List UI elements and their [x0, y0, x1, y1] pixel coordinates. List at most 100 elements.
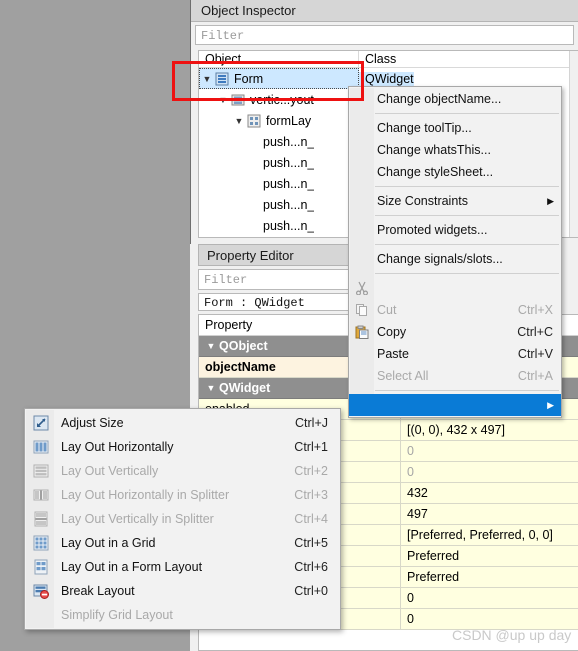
property-value[interactable]: [Preferred, Preferred, 0, 0]: [401, 525, 578, 546]
object-inspector-title: Object Inspector: [191, 0, 578, 22]
property-value[interactable]: 0: [401, 609, 578, 630]
menu-separator: [375, 273, 559, 274]
annotation-highlight-rectangle: [172, 61, 364, 101]
property-value[interactable]: Preferred: [401, 546, 578, 567]
menu-item-change-objectname[interactable]: Change objectName...: [349, 88, 561, 110]
tree-column-class[interactable]: Class: [359, 51, 396, 67]
cut-icon: [353, 280, 371, 296]
menu-item-label: Copy: [377, 325, 407, 339]
menu-item-shortcut: Ctrl+A: [517, 369, 553, 383]
gridlayout-icon: [31, 534, 51, 552]
menu-item-label: Promoted widgets...: [377, 223, 488, 237]
menu-separator: [375, 390, 559, 391]
tree-vertical-scrollbar[interactable]: [569, 51, 578, 237]
property-value[interactable]: 497: [401, 504, 578, 525]
property-value[interactable]: [(0, 0), 432 x 497]: [401, 420, 578, 441]
submenu-item-label: Lay Out Horizontally in Splitter: [61, 488, 230, 502]
property-value[interactable]: 432: [401, 483, 578, 504]
tree-item-label: formLay: [266, 113, 312, 128]
object-inspector-filter-input[interactable]: Filter: [195, 25, 574, 45]
menu-item-label: Select All: [377, 369, 429, 383]
tree-item-label: push...n_: [263, 218, 315, 233]
submenu-item-shortcut: Ctrl+J: [295, 416, 328, 430]
menu-item-label: Change styleSheet...: [377, 165, 494, 179]
menu-item-lay-out[interactable]: ▶: [349, 394, 561, 416]
paste-icon: [353, 324, 371, 340]
submenu-item-label: Simplify Grid Layout: [61, 608, 173, 622]
formlayout-icon: [247, 114, 261, 128]
menu-separator: [375, 113, 559, 114]
submenu-item-label: Lay Out Horizontally: [61, 440, 174, 454]
menu-item-label: Change toolTip...: [377, 121, 472, 135]
submenu-item-shortcut: Ctrl+3: [294, 488, 328, 502]
menu-item-paste[interactable]: Copy Ctrl+C: [349, 321, 561, 343]
chevron-down-icon[interactable]: ▼: [203, 336, 219, 356]
submenu-item-shortcut: Ctrl+1: [294, 440, 328, 454]
menu-item-change-stylesheet[interactable]: Change styleSheet...: [349, 161, 561, 183]
submenu-item-lay-out-vertically-in-splitter[interactable]: Lay Out Vertically in Splitter Ctrl+4: [25, 507, 340, 531]
hlayout-icon: [31, 438, 51, 456]
menu-item-copy[interactable]: Cut Ctrl+X: [349, 299, 561, 321]
submenu-item-break-layout[interactable]: Break Layout Ctrl+0: [25, 579, 340, 603]
menu-item-label: Change objectName...: [377, 92, 502, 106]
copy-icon: [353, 302, 371, 318]
vlayout-icon: [31, 462, 51, 480]
submenu-item-lay-out-in-a-grid[interactable]: Lay Out in a Grid Ctrl+5: [25, 531, 340, 555]
submenu-item-lay-out-in-a-form-layout[interactable]: Lay Out in a Form Layout Ctrl+6: [25, 555, 340, 579]
submenu-item-simplify-grid-layout[interactable]: Simplify Grid Layout: [25, 603, 340, 627]
tree-item-label: push...n_: [263, 155, 315, 170]
layout-submenu[interactable]: Adjust Size Ctrl+J Lay Out Horizontally …: [24, 408, 341, 630]
menu-item-label: Change signals/slots...: [377, 252, 503, 266]
menu-item-change-whatsthis[interactable]: Change whatsThis...: [349, 139, 561, 161]
tree-item-label: push...n_: [263, 176, 315, 191]
menu-item-label: Size Constraints: [377, 194, 469, 208]
property-value[interactable]: 0: [401, 588, 578, 609]
property-value[interactable]: 0: [401, 462, 578, 483]
submenu-item-shortcut: Ctrl+2: [294, 464, 328, 478]
submenu-item-label: Lay Out Vertically: [61, 464, 159, 478]
menu-item-change-tooltip[interactable]: Change toolTip...: [349, 117, 561, 139]
chevron-right-icon: ▶: [547, 195, 554, 206]
submenu-item-shortcut: Ctrl+0: [294, 584, 328, 598]
menu-item-cut[interactable]: [349, 277, 561, 299]
submenu-item-label: Adjust Size: [61, 416, 124, 430]
menu-item-delete[interactable]: Select All Ctrl+A: [349, 365, 561, 387]
menu-item-label: Change whatsThis...: [377, 143, 491, 157]
menu-item-shortcut: Ctrl+V: [517, 347, 553, 361]
tree-item-label: push...n_: [263, 134, 315, 149]
chevron-right-icon: ▶: [547, 399, 554, 410]
submenu-item-label: Lay Out in a Form Layout: [61, 560, 203, 574]
menu-separator: [375, 186, 559, 187]
menu-item-label: Cut: [377, 303, 397, 317]
menu-item-promoted-widgets[interactable]: Promoted widgets...: [349, 219, 561, 241]
submenu-item-label: Lay Out Vertically in Splitter: [61, 512, 214, 526]
menu-separator: [375, 215, 559, 216]
break-layout-icon: [31, 582, 51, 600]
chevron-down-icon[interactable]: ▼: [231, 116, 247, 126]
vsplitter-icon: [31, 510, 51, 528]
submenu-item-lay-out-vertically[interactable]: Lay Out Vertically Ctrl+2: [25, 459, 340, 483]
tree-item-class: QWidget: [359, 71, 414, 86]
context-menu[interactable]: Change objectName... Change toolTip... C…: [348, 86, 562, 418]
submenu-item-adjust-size[interactable]: Adjust Size Ctrl+J: [25, 411, 340, 435]
chevron-down-icon[interactable]: ▼: [203, 378, 219, 398]
hsplitter-icon: [31, 486, 51, 504]
adjust-size-icon: [31, 414, 51, 432]
menu-item-size-constraints[interactable]: Size Constraints ▶: [349, 190, 561, 212]
property-value[interactable]: Preferred: [401, 567, 578, 588]
submenu-item-shortcut: Ctrl+4: [294, 512, 328, 526]
property-name: QObject: [219, 338, 268, 353]
tree-item-label: push...n_: [263, 197, 315, 212]
menu-item-label: Paste: [377, 347, 409, 361]
submenu-item-lay-out-horizontally-in-splitter[interactable]: Lay Out Horizontally in Splitter Ctrl+3: [25, 483, 340, 507]
menu-item-shortcut: Ctrl+X: [517, 303, 553, 317]
menu-item-select-all[interactable]: Paste Ctrl+V: [349, 343, 561, 365]
submenu-item-lay-out-horizontally[interactable]: Lay Out Horizontally Ctrl+1: [25, 435, 340, 459]
property-value[interactable]: 0: [401, 441, 578, 462]
submenu-item-label: Break Layout: [61, 584, 135, 598]
menu-item-shortcut: Ctrl+C: [517, 325, 553, 339]
formlayout-icon: [31, 558, 51, 576]
menu-item-change-signals-slots[interactable]: Change signals/slots...: [349, 248, 561, 270]
menu-separator: [375, 244, 559, 245]
submenu-item-shortcut: Ctrl+6: [294, 560, 328, 574]
